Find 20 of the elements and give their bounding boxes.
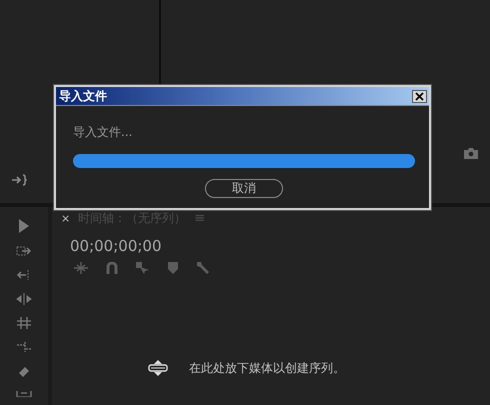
track-select-icon[interactable] [16, 245, 32, 257]
camera-icon[interactable] [464, 148, 478, 159]
cancel-button[interactable]: 取消 [205, 179, 283, 198]
close-icon[interactable] [412, 90, 427, 102]
linked-selection-icon[interactable] [136, 262, 150, 274]
slip-icon[interactable] [16, 317, 32, 329]
drop-hint: 在此处放下媒体以创建序列。 [189, 360, 345, 376]
drag-cursor-icon [148, 359, 168, 377]
tab-close-button[interactable]: × [61, 212, 70, 224]
dialog-title: 导入文件 [59, 88, 107, 104]
nest-icon[interactable] [74, 262, 88, 274]
magnet-icon[interactable] [106, 262, 118, 274]
marker-icon[interactable] [168, 262, 178, 274]
hand-tool-icon[interactable] [16, 391, 32, 397]
slide-icon[interactable] [16, 341, 32, 353]
progress-message: 导入文件... [73, 124, 134, 141]
timecode[interactable]: 00;00;00;00 [61, 237, 490, 255]
insert-icon[interactable] [11, 174, 27, 186]
pointer-icon[interactable] [18, 219, 30, 233]
split-arrows-icon[interactable] [16, 293, 32, 305]
